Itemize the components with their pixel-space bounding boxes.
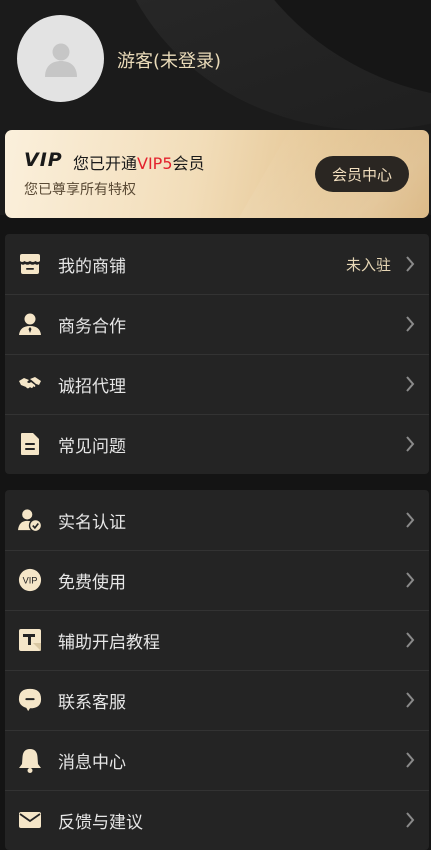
- menu-item-feedback[interactable]: 反馈与建议: [5, 790, 429, 850]
- menu-item-label: 免费使用: [58, 572, 126, 593]
- bell-icon: [18, 748, 42, 773]
- menu-item-label: 消息中心: [58, 752, 126, 773]
- store-status-text: 未入驻: [345, 255, 391, 274]
- default-avatar-icon: [44, 43, 77, 77]
- menu-item-label: 诚招代理: [58, 376, 126, 397]
- vip-logo: VIP: [24, 149, 63, 171]
- menu-item-label: 实名认证: [58, 512, 126, 533]
- chevron-right-icon: [406, 692, 415, 708]
- menu-item-contact-support[interactable]: 联系客服: [5, 670, 429, 730]
- vip-subtitle: 您已尊享所有特权: [24, 182, 136, 198]
- menu-item-label: 联系客服: [58, 692, 126, 713]
- handshake-icon: [18, 372, 42, 396]
- store-icon: [18, 252, 42, 276]
- verified-user-icon: [18, 508, 42, 533]
- avatar[interactable]: [17, 15, 104, 102]
- menu-item-label: 商务合作: [58, 316, 126, 337]
- tutorial-icon: [18, 628, 42, 652]
- business-person-icon: [18, 312, 42, 336]
- chevron-right-icon: [406, 376, 415, 392]
- menu-item-business-cooperation[interactable]: 商务合作: [5, 294, 429, 354]
- chevron-right-icon: [406, 512, 415, 528]
- vip-badge-text: VIP: [23, 576, 38, 586]
- menu-group-2: 实名认证 VIP 免费使用 辅助开启教程 联系客服 消息中心 反馈与建议: [5, 490, 429, 850]
- menu-item-free-use[interactable]: VIP 免费使用: [5, 550, 429, 610]
- mail-icon: [18, 808, 42, 832]
- chevron-right-icon: [406, 812, 415, 828]
- vip-level: VIP5: [137, 154, 173, 173]
- menu-item-label: 辅助开启教程: [58, 632, 160, 653]
- chevron-right-icon: [406, 316, 415, 332]
- username[interactable]: 游客(未登录): [117, 47, 221, 73]
- menu-item-label: 反馈与建议: [58, 812, 143, 833]
- chevron-right-icon: [406, 752, 415, 768]
- menu-item-label: 我的商铺: [58, 256, 126, 277]
- chat-bubble-icon: [18, 688, 42, 712]
- vip-title-prefix: 您已开通: [73, 154, 138, 173]
- menu-item-agent-recruitment[interactable]: 诚招代理: [5, 354, 429, 414]
- menu-group-1: 我的商铺 未入驻 商务合作 诚招代理 常见问题: [5, 234, 429, 474]
- menu-item-faq[interactable]: 常见问题: [5, 414, 429, 474]
- chevron-right-icon: [406, 436, 415, 452]
- vip-badge-icon: VIP: [18, 568, 42, 592]
- menu-item-my-store[interactable]: 我的商铺 未入驻: [5, 234, 429, 294]
- document-icon: [18, 432, 42, 456]
- vip-card[interactable]: VIP 您已开通VIP5会员 您已尊享所有特权 会员中心: [5, 130, 429, 218]
- member-center-button[interactable]: 会员中心: [315, 156, 409, 192]
- chevron-right-icon: [406, 572, 415, 588]
- chevron-right-icon: [406, 632, 415, 648]
- chevron-right-icon: [406, 256, 415, 272]
- vip-title: 您已开通VIP5会员: [73, 150, 205, 174]
- menu-item-label: 常见问题: [58, 436, 126, 457]
- menu-item-assist-tutorial[interactable]: 辅助开启教程: [5, 610, 429, 670]
- menu-item-real-name-verification[interactable]: 实名认证: [5, 490, 429, 550]
- menu-item-message-center[interactable]: 消息中心: [5, 730, 429, 790]
- vip-title-suffix: 会员: [172, 154, 205, 173]
